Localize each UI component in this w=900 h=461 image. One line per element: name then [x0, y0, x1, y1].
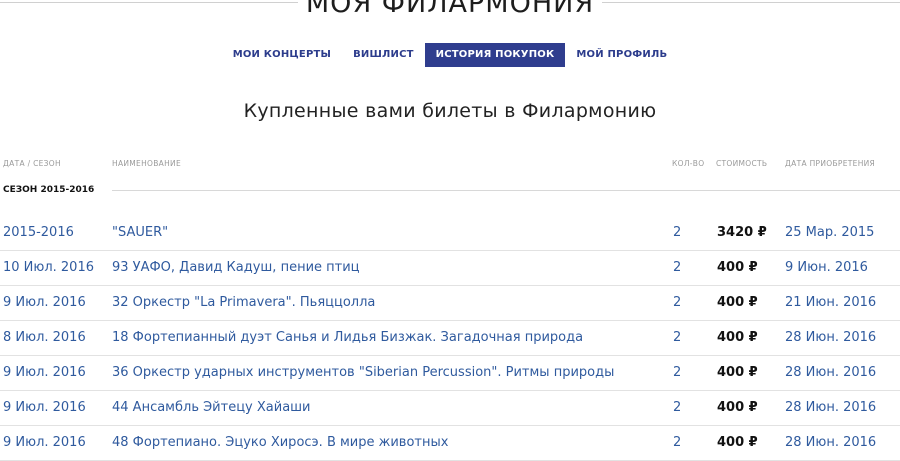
row-purchase-date: 9 Июн. 2016: [785, 260, 868, 275]
table-row: 9 Июл. 2016 44 Ансамбль Эйтецу Хайаши 2 …: [0, 391, 900, 426]
page-header: МОЯ ФИЛАРМОНИЯ: [0, 0, 900, 28]
column-header-price: СТОИМОСТЬ: [716, 159, 768, 168]
row-purchase-date: 28 Июн. 2016: [785, 400, 877, 415]
row-price: 3420 ₽: [717, 225, 767, 240]
row-date[interactable]: 10 Июл. 2016: [3, 251, 94, 285]
row-purchase-date: 21 Июн. 2016: [785, 295, 877, 310]
row-name[interactable]: "SAUER": [112, 216, 168, 250]
season-label: СЕЗОН 2015-2016: [3, 185, 95, 195]
tab-my-concerts[interactable]: МОИ КОНЦЕРТЫ: [222, 43, 342, 67]
row-date[interactable]: 9 Июл. 2016: [3, 426, 86, 460]
table-row: 9 Июл. 2016 32 Оркестр "La Primavera". П…: [0, 286, 900, 321]
tab-wishlist[interactable]: ВИШЛИСТ: [342, 43, 425, 67]
table-row: 8 Июл. 2016 18 Фортепианный дуэт Санья и…: [0, 321, 900, 356]
page-title: МОЯ ФИЛАРМОНИЯ: [305, 0, 595, 19]
row-name[interactable]: 32 Оркестр "La Primavera". Пьяццолла: [112, 286, 375, 320]
profile-tabs: МОИ КОНЦЕРТЫ ВИШЛИСТ ИСТОРИЯ ПОКУПОК МОЙ…: [0, 43, 900, 67]
season-divider: [112, 190, 900, 191]
row-qty: 2: [673, 435, 682, 450]
row-name[interactable]: 48 Фортепиано. Эцуко Хиросэ. В мире живо…: [112, 426, 448, 460]
row-date[interactable]: 2015-2016: [3, 216, 74, 250]
row-purchase-date: 28 Июн. 2016: [785, 365, 877, 380]
row-name[interactable]: 93 УАФО, Давид Кадуш, пение птиц: [112, 251, 360, 285]
column-header-date: ДАТА / СЕЗОН: [3, 159, 61, 168]
row-qty: 2: [673, 225, 682, 240]
column-header-name: НАИМЕНОВАНИЕ: [112, 159, 181, 168]
row-qty: 2: [673, 330, 682, 345]
row-date[interactable]: 9 Июл. 2016: [3, 356, 86, 390]
row-price: 400 ₽: [717, 295, 758, 310]
section-subtitle: Купленные вами билеты в Филармонию: [243, 100, 657, 122]
row-name[interactable]: 44 Ансамбль Эйтецу Хайаши: [112, 391, 311, 425]
row-price: 400 ₽: [717, 330, 758, 345]
table-row: 10 Июл. 2016 93 УАФО, Давид Кадуш, пение…: [0, 251, 900, 286]
row-date[interactable]: 9 Июл. 2016: [3, 391, 86, 425]
row-purchase-date: 25 Мар. 2015: [785, 225, 875, 240]
tab-my-profile[interactable]: МОЙ ПРОФИЛЬ: [565, 43, 678, 67]
table-row: 9 Июл. 2016 36 Оркестр ударных инструмен…: [0, 356, 900, 391]
row-date[interactable]: 9 Июл. 2016: [3, 286, 86, 320]
row-price: 400 ₽: [717, 400, 758, 415]
row-qty: 2: [673, 365, 682, 380]
row-price: 400 ₽: [717, 365, 758, 380]
row-name[interactable]: 36 Оркестр ударных инструментов "Siberia…: [112, 356, 614, 390]
header-divider-right: [602, 2, 900, 3]
row-purchase-date: 28 Июн. 2016: [785, 435, 877, 450]
row-name[interactable]: 18 Фортепианный дуэт Санья и Лидья Бизжа…: [112, 321, 583, 355]
row-price: 400 ₽: [717, 260, 758, 275]
row-qty: 2: [673, 295, 682, 310]
row-qty: 2: [673, 260, 682, 275]
row-date[interactable]: 8 Июл. 2016: [3, 321, 86, 355]
column-header-purchase-date: ДАТА ПРИОБРЕТЕНИЯ: [785, 159, 876, 168]
row-qty: 2: [673, 400, 682, 415]
table-row: 9 Июл. 2016 48 Фортепиано. Эцуко Хиросэ.…: [0, 426, 900, 461]
column-header-qty: КОЛ-ВО: [672, 159, 705, 168]
row-purchase-date: 28 Июн. 2016: [785, 330, 877, 345]
table-row: 2015-2016 "SAUER" 2 3420 ₽ 25 Мар. 2015: [0, 216, 900, 251]
tab-purchase-history[interactable]: ИСТОРИЯ ПОКУПОК: [424, 43, 566, 67]
row-price: 400 ₽: [717, 435, 758, 450]
